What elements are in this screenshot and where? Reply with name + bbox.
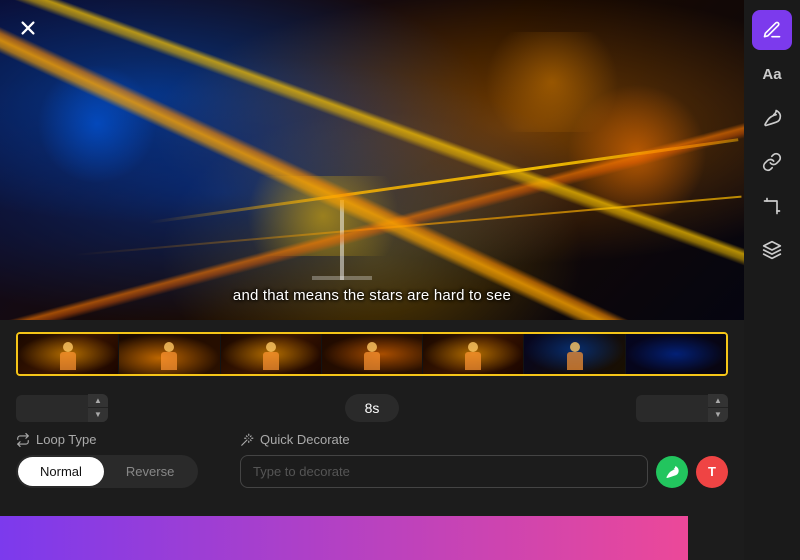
text-tool-icon: Aa: [762, 66, 781, 83]
bridge-shape: [312, 200, 372, 280]
light-blob-4: [567, 84, 707, 224]
film-frame-5: [423, 334, 524, 374]
light-blob-2: [472, 32, 632, 132]
close-button[interactable]: [14, 14, 42, 42]
light-blob-1: [37, 64, 157, 184]
film-frame-4: [322, 334, 423, 374]
avatar-red[interactable]: T: [696, 456, 728, 488]
decorate-label-text: Quick Decorate: [260, 432, 350, 447]
loop-icon: [16, 433, 30, 447]
start-time-spinners: ▲ ▼: [88, 394, 108, 422]
end-time-input[interactable]: 0:08.00: [636, 395, 708, 422]
timeline-container[interactable]: [16, 332, 728, 384]
loop-label: Loop Type: [16, 432, 216, 447]
wand-icon: [240, 433, 254, 447]
reverse-loop-button[interactable]: Reverse: [104, 457, 196, 486]
start-time-down[interactable]: ▼: [88, 408, 108, 422]
film-frame-3: [221, 334, 322, 374]
start-time-up[interactable]: ▲: [88, 394, 108, 408]
road-trail-1: [149, 138, 739, 224]
timeline-track[interactable]: [16, 332, 728, 376]
decorate-input[interactable]: [240, 455, 648, 488]
decorate-input-row: T: [240, 455, 728, 488]
video-preview: and that means the stars are hard to see: [0, 0, 744, 320]
time-controls: 0:00.00 ▲ ▼ 8s 0:08.00 ▲ ▼: [16, 394, 728, 422]
decorate-label: Quick Decorate: [240, 432, 728, 447]
end-time-spinners: ▲ ▼: [708, 394, 728, 422]
duration-badge: 8s: [345, 394, 400, 422]
text-tool-button[interactable]: Aa: [752, 54, 792, 94]
end-time-group: 0:08.00 ▲ ▼: [636, 394, 728, 422]
leaf-avatar-icon: [664, 464, 680, 480]
pen-tool-button[interactable]: [752, 10, 792, 50]
film-frame-6: [524, 334, 625, 374]
film-frame-2: [119, 334, 220, 374]
end-time-down[interactable]: ▼: [708, 408, 728, 422]
main-content: and that means the stars are hard to see: [0, 0, 744, 560]
avatar-green[interactable]: [656, 456, 688, 488]
start-time-group: 0:00.00 ▲ ▼: [16, 394, 108, 422]
right-toolbar: Aa: [744, 0, 800, 560]
leaf-tool-button[interactable]: [752, 98, 792, 138]
layers-tool-button[interactable]: [752, 230, 792, 270]
loop-toggle-group: Normal Reverse: [16, 455, 198, 488]
video-subtitle: and that means the stars are hard to see: [0, 287, 744, 304]
film-frame-1: [18, 334, 119, 374]
link-tool-button[interactable]: [752, 142, 792, 182]
film-frame-7: [626, 334, 726, 374]
end-time-up[interactable]: ▲: [708, 394, 728, 408]
light-blob-3: [223, 176, 423, 256]
avatar-text: T: [708, 464, 716, 479]
start-time-input[interactable]: 0:00.00: [16, 395, 88, 422]
road-trail-2: [74, 196, 741, 256]
video-background: [0, 0, 744, 320]
options-row: Loop Type Normal Reverse: [16, 432, 728, 488]
decorate-section: Quick Decorate T: [240, 432, 728, 488]
bottom-bar[interactable]: [0, 516, 688, 560]
loop-label-text: Loop Type: [36, 432, 96, 447]
crop-tool-button[interactable]: [752, 186, 792, 226]
normal-loop-button[interactable]: Normal: [18, 457, 104, 486]
loop-section: Loop Type Normal Reverse: [16, 432, 216, 488]
